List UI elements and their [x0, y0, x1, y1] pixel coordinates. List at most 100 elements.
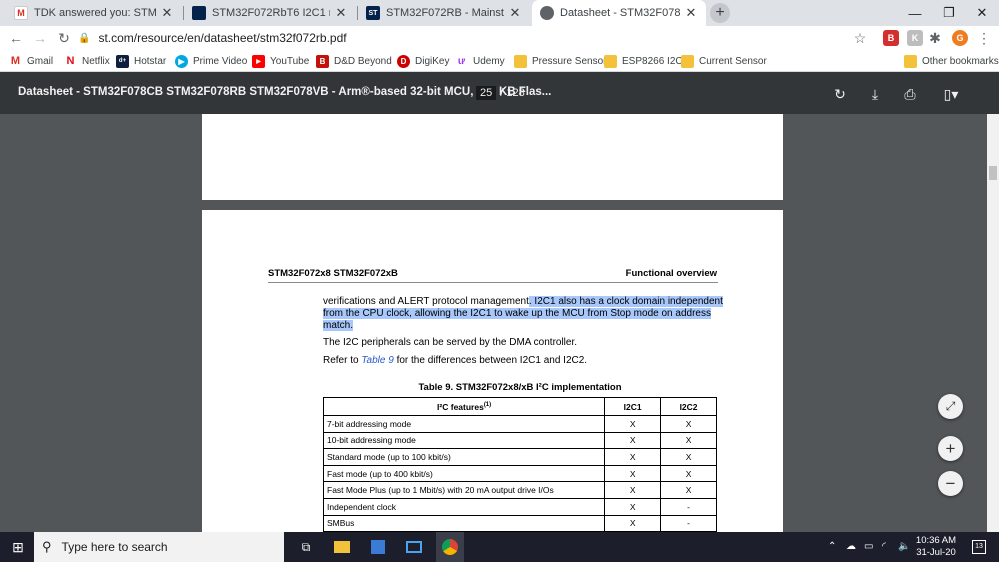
ddb-icon: B [316, 54, 329, 68]
bookmark-youtube[interactable]: ▶ YouTube [252, 53, 309, 69]
text-highlight: match. [323, 320, 354, 331]
pdf-document-area[interactable]: STM32F072x8 STM32F072xB Functional overv… [0, 114, 987, 532]
extension-icon[interactable]: K [907, 30, 923, 46]
bookmark-folder-pressure-sensor[interactable]: Pressure Sensor [514, 53, 606, 69]
bookmark-netflix[interactable]: N Netflix [64, 53, 110, 69]
bookmark-label: ESP8266 I2C [622, 55, 683, 67]
close-icon[interactable]: ✕ [160, 5, 174, 21]
text-plain: verifications and ALERT protocol managem… [323, 296, 529, 307]
tab-title: Datasheet - STM32F078CB STM3 [560, 7, 680, 19]
rotate-icon[interactable]: ↻ [831, 85, 849, 103]
taskbar-search-box[interactable]: ⚲ Type here to search [34, 532, 284, 562]
bookmark-label: Pressure Sensor [532, 55, 607, 67]
bookmark-menu-icon[interactable]: ▯▾ [938, 85, 964, 103]
table-cell: 7-bit addressing mode [322, 415, 606, 433]
windows-start-icon[interactable]: ⊞ [8, 537, 28, 557]
close-icon[interactable]: ✕ [684, 5, 698, 21]
page-number-input[interactable]: 25 [476, 86, 497, 100]
table-cell: Independent clock [322, 497, 606, 516]
bookmarks-bar: M Gmail N Netflix d+ Hotstar ▶ Prime Video ▶… [0, 50, 999, 72]
url-text: st.com/resource/en/datasheet/stm32f072rb… [98, 31, 347, 45]
cloud-icon[interactable]: ☁ [846, 541, 856, 552]
address-bar[interactable]: 🔒 st.com/resource/en/datasheet/stm32f072… [78, 28, 878, 48]
bookmark-folder-other[interactable]: Other bookmarks [904, 53, 999, 69]
bookmark-label: Netflix [82, 55, 110, 67]
table-row: Standard mode (up to 100 kbit/s) X X [322, 448, 717, 466]
tab-datasheet[interactable]: Datasheet - STM32F078CB STM3 ✕ [532, 0, 706, 26]
tray-chevron-icon[interactable]: ⌃ [828, 541, 836, 552]
wifi-icon[interactable]: ◜ [882, 541, 886, 552]
download-icon[interactable]: ⤓ [866, 85, 884, 103]
table-cell: Standard mode (up to 100 kbit/s) [322, 448, 606, 466]
clock-date: 31-Jul-20 [916, 547, 956, 558]
gmail-icon: M [10, 55, 21, 67]
bookmark-dnd-beyond[interactable]: B D&D Beyond [316, 53, 392, 69]
table-cell: Fast Mode Plus (up to 1 Mbit/s) with 20 … [322, 481, 606, 499]
page-indicator: 25 / 128 [476, 85, 525, 101]
udemy-icon: ư [457, 55, 466, 67]
browser-toolbar: ← → ↻ 🔒 st.com/resource/en/datasheet/stm… [0, 26, 999, 50]
fit-page-button[interactable]: ⤢ [938, 394, 963, 419]
bookmark-folder-esp8266[interactable]: ESP8266 I2C [604, 53, 683, 69]
close-icon[interactable]: ✕ [334, 5, 348, 21]
task-view-icon[interactable]: ⧉ [296, 537, 316, 557]
bookmark-gmail[interactable]: M Gmail [9, 53, 53, 69]
close-window-button[interactable]: ✕ [965, 0, 999, 26]
folder-icon [604, 54, 617, 68]
footnote-mark: (1) [483, 401, 492, 408]
search-placeholder: Type here to search [61, 540, 168, 554]
puzzle-icon[interactable]: ✱ [925, 28, 945, 48]
menu-icon[interactable]: ⋮ [974, 28, 994, 48]
zoom-in-button[interactable]: + [938, 436, 963, 461]
battery-icon[interactable]: ▭ [864, 541, 873, 552]
header-divider [268, 282, 718, 283]
restore-button[interactable]: ❐ [932, 0, 966, 26]
tab-title: STM32F072RbT6 I2C1 not workin [212, 7, 330, 19]
prime-video-icon: ▶ [175, 54, 188, 68]
zoom-out-button[interactable]: − [938, 471, 963, 496]
bookmark-prime-video[interactable]: ▶ Prime Video [175, 53, 247, 69]
reload-button[interactable]: ↻ [54, 28, 74, 48]
table-cell: X [660, 481, 717, 499]
table-cell: SMBus [322, 514, 606, 532]
table-link[interactable]: Table 9 [361, 355, 393, 366]
i2c-implementation-table: I²C features(1) I2C1 I2C2 7-bit addressi… [322, 397, 717, 532]
clock-time: 10:36 AM [915, 535, 957, 546]
tab-gmail[interactable]: M TDK answered you: STM32F072R ✕ [6, 0, 182, 26]
chrome-icon[interactable] [436, 532, 464, 562]
back-button[interactable]: ← [6, 28, 26, 48]
tab-st-community[interactable]: STM32F072RbT6 I2C1 not workin ✕ [184, 0, 356, 26]
pdf-page [202, 114, 783, 200]
table-cell: X [604, 514, 662, 532]
network-app-icon[interactable] [368, 537, 388, 557]
tab-st-product[interactable]: ST STM32F072RB - Mainstream ARM ✕ [358, 0, 530, 26]
bookmark-star-icon[interactable]: ☆ [850, 28, 870, 48]
table-cell: - [660, 497, 717, 516]
new-tab-button[interactable]: + [710, 3, 730, 23]
table-cell: X [604, 431, 662, 450]
bookmark-folder-current-sensor[interactable]: Current Sensor [681, 53, 767, 69]
bookmark-hotstar[interactable]: d+ Hotstar [116, 53, 166, 69]
file-explorer-icon[interactable] [332, 537, 352, 557]
system-clock[interactable]: 10:36 AM 31-Jul-20 [906, 535, 966, 559]
document-scrollbar[interactable] [987, 114, 999, 532]
app-window-icon[interactable] [404, 537, 424, 557]
table-row: Fast mode (up to 400 kbit/s) X X [322, 464, 717, 483]
extension-icon[interactable]: B [883, 30, 899, 46]
profile-avatar[interactable]: G [952, 30, 968, 46]
table-header-row: I²C features(1) I2C1 I2C2 [322, 397, 717, 416]
bookmark-udemy[interactable]: ư Udemy [455, 53, 505, 69]
close-icon[interactable]: ✕ [508, 5, 522, 21]
forward-button[interactable]: → [30, 28, 50, 48]
column-header-i2c2: I2C2 [660, 397, 717, 416]
table-cell: X [604, 497, 662, 516]
page-total: / 128 [500, 87, 525, 99]
notification-center-icon[interactable]: 13 [972, 540, 986, 554]
text-highlight: from the CPU clock, allowing the I2C1 to… [323, 308, 711, 319]
table-cell: X [660, 431, 717, 450]
scrollbar-thumb[interactable] [989, 166, 997, 180]
print-icon[interactable]: ⎙ [901, 85, 919, 103]
bookmark-digikey[interactable]: D DigiKey [397, 53, 449, 69]
minimize-button[interactable]: — [898, 0, 932, 26]
paragraph-i2c-wakeup: verifications and ALERT protocol managem… [323, 296, 723, 332]
